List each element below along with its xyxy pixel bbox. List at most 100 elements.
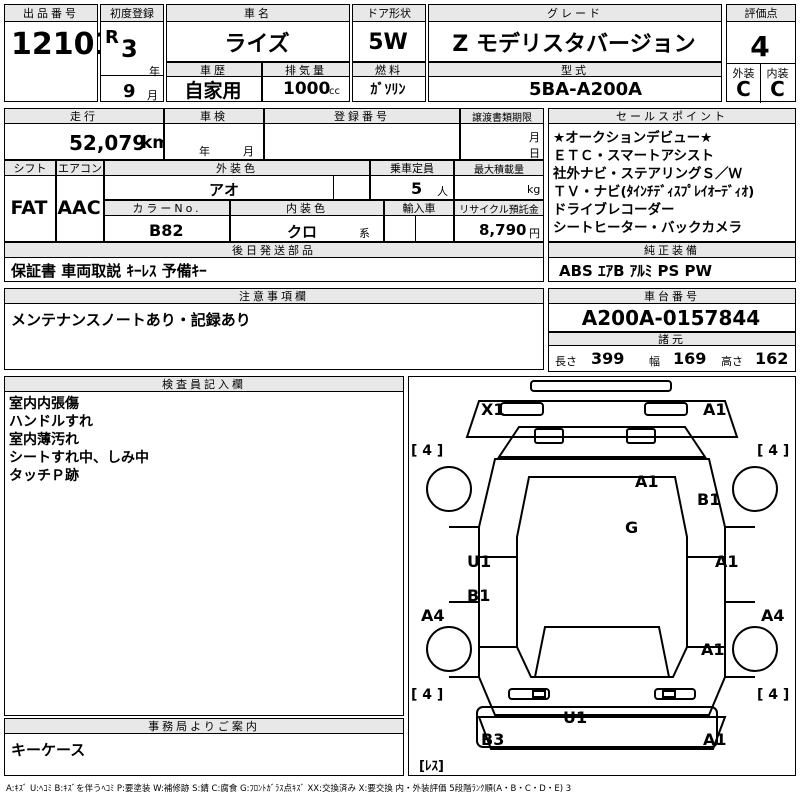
registration-number-cell: 登録番号 xyxy=(264,108,460,160)
ac-label: エアコン xyxy=(56,160,104,176)
mark-door-right: A1 xyxy=(715,552,739,571)
recycle-cell: リサイクル預託金 8,790 円 xyxy=(454,200,544,242)
shift-label: シフト xyxy=(4,160,56,176)
office-label: 事務局よりご案内 xyxy=(4,718,404,734)
score-label: 評価点 xyxy=(726,4,796,22)
recycle-label: リサイクル預託金 xyxy=(454,200,544,216)
reg-year: 3 xyxy=(121,35,138,63)
recycle-unit: 円 xyxy=(529,227,540,240)
interior-color-unit: 系 xyxy=(359,227,370,240)
mark-rear-fender-right: A1 xyxy=(701,640,725,659)
length: 399 xyxy=(591,349,625,368)
width-label: 幅 xyxy=(649,355,660,368)
month-unit: 月 xyxy=(147,89,158,102)
capacity-cell: 乗車定員 5 人 xyxy=(370,160,454,200)
height: 162 xyxy=(755,349,789,368)
chassis-label: 車台番号 xyxy=(548,288,796,304)
mark-rear-door-left: B1 xyxy=(467,586,490,605)
exterior-color-cell: 外装色 アオ xyxy=(104,160,370,200)
inspector-note: 室内内張傷 xyxy=(9,396,79,412)
displacement-cell: 排気量 1000 cc xyxy=(262,62,350,102)
capacity-unit: 人 xyxy=(437,185,448,198)
car-name: ライズ xyxy=(224,32,290,57)
registration-number-label: 登録番号 xyxy=(264,108,460,124)
later-parts: 保証書 車両取説 ｷｰﾚｽ 予備ｷｰ xyxy=(11,262,207,280)
car-diagram-svg: X1 A1 A1 B1 G U1 A1 B1 A1 A4 A4 U1 B3 A1… xyxy=(411,380,789,774)
ac: AAC xyxy=(57,197,101,219)
grade-cell: グレード Z モデリスタバージョン xyxy=(428,4,722,62)
equipment: ABS ｴｱB ｱﾙﾐ PS PW xyxy=(559,262,713,280)
interior-color-label: 内装色 xyxy=(230,200,384,216)
car-name-cell: 車名 ライズ xyxy=(166,4,350,62)
office-cell: 事務局よりご案内 キーケース xyxy=(4,718,404,776)
shift-cell: シフト FAT xyxy=(4,160,56,242)
recycle-fee: 8,790 xyxy=(479,221,527,239)
color-number-label: カラーNo. xyxy=(104,200,230,216)
mark-rear-left: B3 xyxy=(481,730,504,749)
grade-label: グレード xyxy=(428,4,722,22)
interior-color-cell: 内装色 クロ 系 xyxy=(230,200,384,242)
inspector-label: 検査員記入欄 xyxy=(4,376,404,392)
mark-door-left: U1 xyxy=(467,552,491,571)
sales-point: 社外ナビ・ステアリングＳ／Ｗ xyxy=(553,166,742,182)
chassis-number: A200A-0157844 xyxy=(581,306,761,330)
inspector-note: タッチＰ跡 xyxy=(9,468,79,484)
sales-point: ドライブレコーダー xyxy=(553,202,675,218)
mark-windshield: G xyxy=(625,518,638,537)
era: R xyxy=(105,27,119,48)
tire-rear-right: [ 4 ] xyxy=(757,687,789,703)
sales-point: ＴＶ・ナビ(ﾀｲﾝﾁﾃﾞｨｽﾌﾟﾚｲｵｰﾃﾞｨｵ) xyxy=(553,184,755,200)
mileage-label: 走行 xyxy=(4,108,164,124)
inspector-notes: 室内内張傷 ハンドルすれ 室内薄汚れ シートすれ中、しみ中 タッチＰ跡 xyxy=(9,395,149,485)
auction-sheet: 出品番号 12101 初度登録 R 3 年 9 月 車名 ライズ ドア形状 5W… xyxy=(0,0,800,800)
mark-front-left: X1 xyxy=(481,400,504,419)
mark-rear-bumper: U1 xyxy=(563,708,587,727)
length-label: 長さ xyxy=(555,355,577,368)
color-number-cell: カラーNo. B82 xyxy=(104,200,230,242)
specs-cell: 諸元 長さ 399 幅 169 高さ 162 xyxy=(548,332,796,372)
height-label: 高さ xyxy=(721,355,743,368)
specs-label: 諸元 xyxy=(548,332,796,346)
score: 4 xyxy=(750,29,770,63)
load-cell: 最大積載量 kg xyxy=(454,160,544,200)
mileage-cell: 走行 52,079 km xyxy=(4,108,170,160)
sales-points-list: ★オークションデビュー★ ＥＴＣ・スマートアシスト 社外ナビ・ステアリングＳ／Ｗ… xyxy=(553,129,754,237)
notes: メンテナンスノートあり・記録あり xyxy=(11,311,251,329)
transfer-cell: 譲渡書類期限 月 日 xyxy=(460,108,544,160)
transfer-day-unit: 日 xyxy=(529,147,540,160)
displacement: 1000 xyxy=(283,79,331,99)
import-label: 輸入車 xyxy=(384,200,454,216)
model-label: 型式 xyxy=(428,62,722,77)
load-unit: kg xyxy=(527,183,541,196)
sales-points-cell: セールスポイント ★オークションデビュー★ ＥＴＣ・スマートアシスト 社外ナビ・… xyxy=(548,108,796,242)
mark-step-left: A4 xyxy=(421,606,445,625)
exterior-grade: C xyxy=(736,77,751,101)
import-cell: 輸入車 xyxy=(384,200,454,242)
door-label: ドア形状 xyxy=(352,4,426,22)
fuel: ｶﾞｿﾘﾝ xyxy=(370,82,406,98)
inspector-note: ハンドルすれ xyxy=(9,414,93,430)
fuel-label: 燃料 xyxy=(352,62,426,77)
sales-point: ★オークションデビュー★ xyxy=(553,130,713,146)
later-parts-label: 後日発送部品 xyxy=(4,242,544,258)
tire-rear-left: [ 4 ] xyxy=(411,687,443,703)
ac-cell: エアコン AAC xyxy=(56,160,104,242)
inspector-note: 室内薄汚れ xyxy=(9,432,79,448)
tire-front-right: [ 4 ] xyxy=(757,443,789,459)
door-cell: ドア形状 5W xyxy=(352,4,426,62)
shift: FAT xyxy=(10,197,48,219)
mark-front-right: A1 xyxy=(703,400,727,419)
capacity: 5 xyxy=(411,179,423,198)
notes-label: 注意事項欄 xyxy=(4,288,544,304)
exterior-color: アオ xyxy=(209,181,240,199)
grade: Z モデリスタバージョン xyxy=(452,32,696,57)
reg-month: 9 xyxy=(123,81,136,102)
inspection-month-unit: 月 xyxy=(243,145,254,158)
inspector-cell: 検査員記入欄 室内内張傷 ハンドルすれ 室内薄汚れ シートすれ中、しみ中 タッチ… xyxy=(4,376,404,716)
year-unit: 年 xyxy=(149,65,160,78)
model-cell: 型式 5BA-A200A xyxy=(428,62,722,102)
chassis-cell: 車台番号 A200A-0157844 xyxy=(548,288,796,332)
width: 169 xyxy=(673,349,707,368)
displacement-label: 排気量 xyxy=(262,62,350,77)
history: 自家用 xyxy=(184,79,242,102)
